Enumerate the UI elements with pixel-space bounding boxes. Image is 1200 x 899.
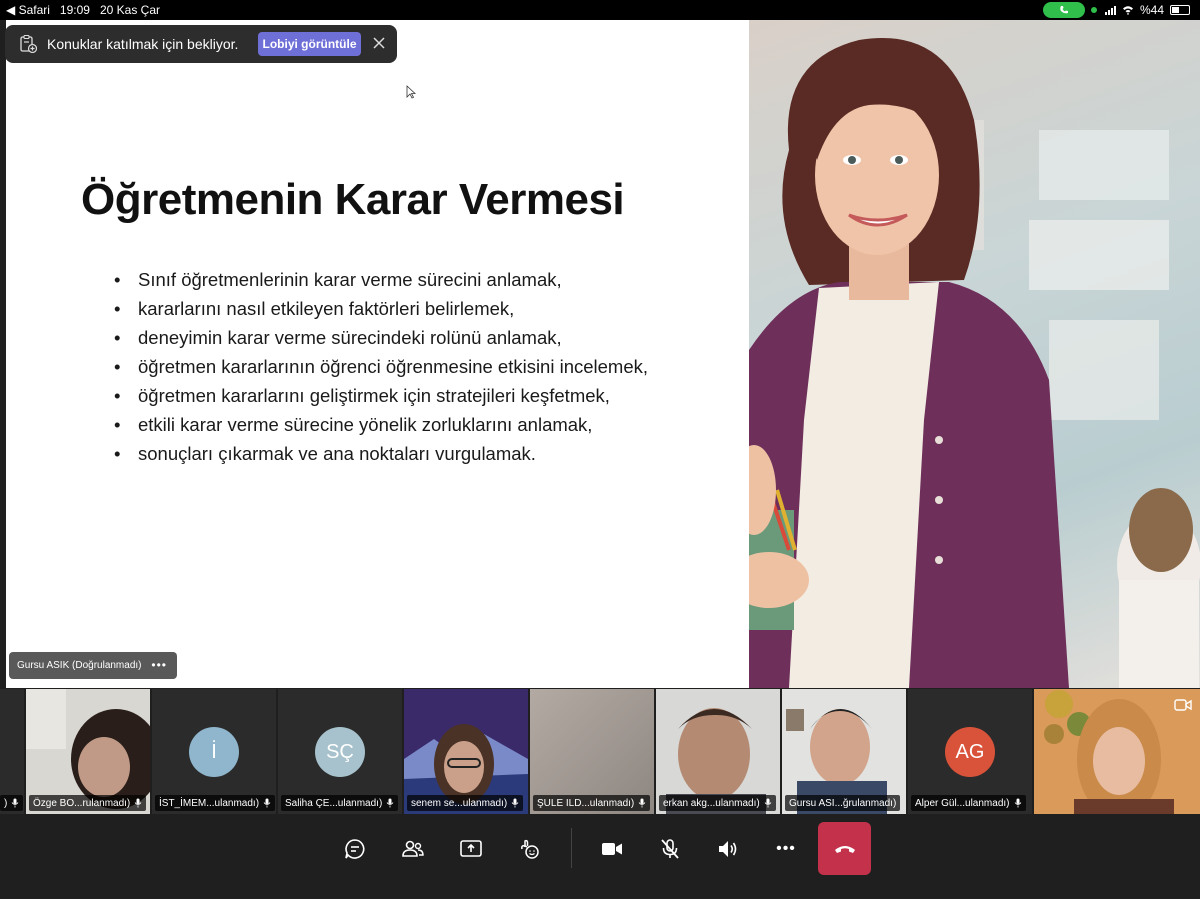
participant-name-label: erkan akg...ulanmadı) — [659, 795, 776, 811]
lobby-notification: Konuklar katılmak için bekliyor. Lobiyi … — [5, 25, 397, 63]
mouse-cursor-icon — [406, 85, 416, 99]
status-bar-left: ◀ Safari 19:09 20 Kas Çar — [6, 3, 160, 17]
slide-bullet: öğretmen kararlarını geliştirmek için st… — [114, 384, 648, 413]
slide-bullet: Sınıf öğretmenlerinin karar verme süreci… — [114, 268, 648, 297]
mic-icon — [386, 798, 394, 808]
participant-name: senem se...ulanmadı) — [411, 797, 508, 809]
presenter-more-options-icon[interactable]: ••• — [151, 658, 167, 672]
participant-avatar: AG — [945, 727, 995, 777]
microphone-muted-icon — [661, 839, 679, 859]
end-call-icon — [834, 845, 855, 853]
mute-button[interactable] — [655, 834, 685, 864]
slide-bullet: etkili karar verme sürecine yönelik zorl… — [114, 413, 648, 442]
participant-name-label: ) — [0, 795, 24, 811]
self-view-tile[interactable] — [1034, 689, 1200, 814]
mic-icon — [12, 798, 19, 808]
reactions-icon — [521, 839, 539, 859]
mic-icon — [638, 798, 646, 808]
participant-name-label: Alper Gül...ulanmadı) — [911, 795, 1026, 811]
participant-tile[interactable]: ŞULE ILD...ulanmadı) — [530, 689, 654, 814]
active-call-pill[interactable] — [1043, 2, 1085, 18]
camera-button[interactable] — [597, 834, 627, 864]
lobby-message: Konuklar katılmak için bekliyor. — [47, 36, 239, 52]
slide-title: Öğretmenin Karar Vermesi — [81, 175, 625, 224]
date: 20 Kas Çar — [99, 3, 160, 17]
hang-up-button[interactable] — [818, 822, 871, 875]
share-screen-button[interactable] — [456, 834, 486, 864]
slide-bullet: kararlarını nasıl etkileyen faktörleri b… — [114, 297, 648, 326]
participant-avatar: İ — [189, 727, 239, 777]
slide-bullet-list: Sınıf öğretmenlerinin karar verme süreci… — [114, 268, 648, 471]
participant-name: ŞULE ILD...ulanmadı) — [537, 797, 635, 809]
participant-name-label: senem se...ulanmadı) — [407, 795, 524, 811]
mic-icon — [764, 798, 772, 808]
participant-tile-partial[interactable]: ) — [0, 689, 24, 814]
presenter-name-tag[interactable]: Gursu ASIK (Doğrulanmadı) ••• — [9, 652, 177, 679]
participant-name-label: İST_İMEM...ulanmadı) — [155, 795, 276, 811]
participant-name: Saliha ÇE...ulanmadı) — [285, 797, 383, 809]
battery-icon — [1170, 5, 1190, 15]
phone-icon — [1060, 6, 1068, 14]
lobby-clipboard-icon — [20, 35, 37, 53]
participant-name: Gursu ASI...ğrulanmadı) — [789, 797, 897, 809]
participants-button[interactable] — [398, 834, 428, 864]
people-icon — [402, 840, 424, 857]
controls-divider — [571, 828, 572, 868]
participant-name: Alper Gül...ulanmadı) — [915, 797, 1010, 809]
view-lobby-button[interactable]: Lobiyi görüntüle — [258, 32, 361, 56]
wifi-icon — [1122, 6, 1133, 15]
participant-name-label: Gursu ASI...ğrulanmadı) — [785, 795, 901, 811]
participant-name-label: Özge BO...rulanmadı) — [29, 795, 147, 811]
speaker-button[interactable] — [713, 834, 743, 864]
battery-fill — [1172, 7, 1180, 13]
more-options-button[interactable]: ••• — [771, 834, 801, 864]
cellular-signal-icon — [1104, 5, 1116, 15]
participant-name: erkan akg...ulanmadı) — [663, 797, 760, 809]
camera-switch-icon[interactable] — [1174, 697, 1192, 713]
reactions-button[interactable] — [514, 834, 544, 864]
shared-screen: Öğretmenin Karar Vermesi Sınıf öğretmenl… — [6, 20, 1200, 688]
participant-name: ) — [4, 797, 8, 809]
teams-meeting-window: ◀ Safari 19:09 20 Kas Çar %44 Öğretmenin… — [0, 0, 1200, 899]
mic-icon — [511, 798, 519, 808]
participant-tile[interactable]: AG Alper Gül...ulanmadı) — [908, 689, 1032, 814]
mic-in-use-dot — [1090, 7, 1097, 13]
chat-button[interactable] — [340, 834, 370, 864]
battery-percent: %44 — [1139, 3, 1164, 17]
chat-icon — [345, 839, 365, 859]
clock: 19:09 — [59, 3, 90, 17]
participant-tile[interactable]: İ İST_İMEM...ulanmadı) — [152, 689, 276, 814]
back-to-app-link[interactable]: ◀ Safari — [6, 3, 50, 17]
participant-name-label: Saliha ÇE...ulanmadı) — [281, 795, 399, 811]
mic-icon — [134, 798, 142, 808]
participant-tile[interactable]: erkan akg...ulanmadı) — [656, 689, 780, 814]
slide-bullet: deneyimin karar verme sürecindeki rolünü… — [114, 326, 648, 355]
speaker-icon — [719, 841, 737, 857]
meeting-controls: ••• — [0, 814, 1200, 899]
mic-icon — [263, 798, 271, 808]
slide-bullet: sonuçları çıkarmak ve ana noktaları vurg… — [114, 442, 648, 471]
participant-name: Özge BO...rulanmadı) — [33, 797, 131, 809]
status-bar: ◀ Safari 19:09 20 Kas Çar %44 — [0, 0, 1200, 20]
participant-tile-active[interactable]: Gursu ASI...ğrulanmadı) — [782, 689, 906, 814]
participant-avatar: SÇ — [315, 727, 365, 777]
participant-name-label: ŞULE ILD...ulanmadı) — [533, 795, 651, 811]
participant-tile[interactable]: SÇ Saliha ÇE...ulanmadı) — [278, 689, 402, 814]
participant-tile[interactable]: Özge BO...rulanmadı) — [26, 689, 150, 814]
participant-tile[interactable]: senem se...ulanmadı) — [404, 689, 528, 814]
participant-name: İST_İMEM...ulanmadı) — [159, 797, 260, 809]
video-camera-icon — [602, 843, 622, 855]
teacher-illustration — [749, 37, 1200, 688]
participant-gallery: ) Özge BO...rulanmadı) İ İST_İMEM...ulan… — [0, 689, 1200, 814]
slide-bullet: öğretmen kararlarının öğrenci öğrenmesin… — [114, 355, 648, 384]
mic-icon — [1014, 798, 1021, 808]
close-icon[interactable] — [370, 34, 388, 52]
share-screen-icon — [460, 840, 482, 857]
status-bar-right: %44 — [1090, 3, 1190, 17]
slide-teacher-photo — [749, 20, 1200, 688]
presenter-name: Gursu ASIK (Doğrulanmadı) — [17, 660, 142, 671]
